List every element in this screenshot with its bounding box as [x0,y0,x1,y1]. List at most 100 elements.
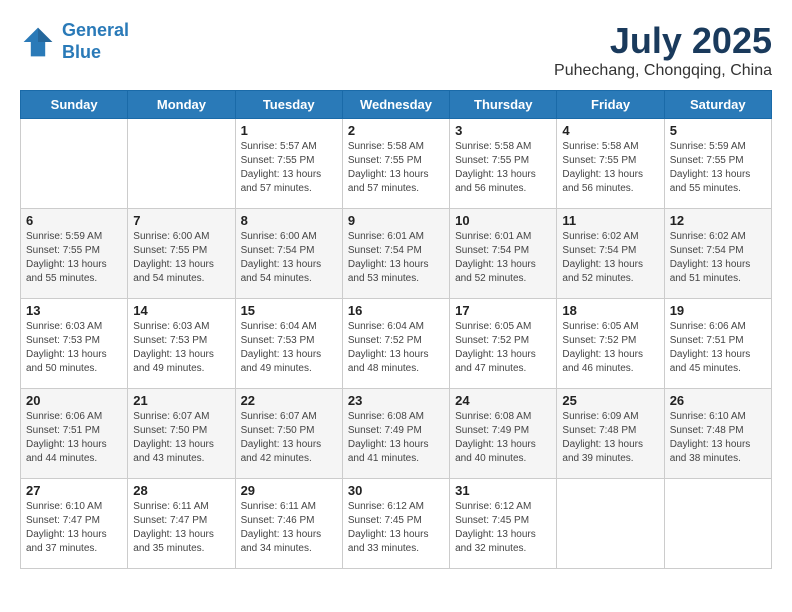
day-number: 15 [241,303,337,318]
calendar-day-cell: 20 Sunrise: 6:06 AMSunset: 7:51 PMDayligh… [21,389,128,479]
day-info: Sunrise: 6:04 AMSunset: 7:52 PMDaylight:… [348,320,444,376]
day-number: 17 [455,303,551,318]
day-number: 21 [133,393,229,408]
day-info: Sunrise: 6:01 AMSunset: 7:54 PMDaylight:… [348,230,444,286]
calendar-day-cell: 1 Sunrise: 5:57 AMSunset: 7:55 PMDaylight… [235,119,342,209]
calendar-day-cell: 8 Sunrise: 6:00 AMSunset: 7:54 PMDaylight… [235,209,342,299]
day-info: Sunrise: 6:05 AMSunset: 7:52 PMDaylight:… [562,320,658,376]
day-number: 10 [455,213,551,228]
calendar-day-cell: 19Sunrise: 6:06 AMSunset: 7:51 PMDayligh… [664,299,771,389]
calendar-week-row: 13Sunrise: 6:03 AMSunset: 7:53 PMDayligh… [21,299,772,389]
calendar-day-cell: 22Sunrise: 6:07 AMSunset: 7:50 PMDayligh… [235,389,342,479]
day-number: 4 [562,123,658,138]
calendar-day-cell: 4 Sunrise: 5:58 AMSunset: 7:55 PMDaylight… [557,119,664,209]
calendar-day-cell: 15 Sunrise: 6:04 AMSunset: 7:53 PMDayligh… [235,299,342,389]
day-number: 26 [670,393,766,408]
day-info: Sunrise: 6:05 AMSunset: 7:52 PMDaylight:… [455,320,551,376]
day-number: 23 [348,393,444,408]
calendar-day-cell: 29Sunrise: 6:11 AMSunset: 7:46 PMDayligh… [235,479,342,569]
calendar-day-cell [128,119,235,209]
calendar-day-cell: 11 Sunrise: 6:02 AMSunset: 7:54 PMDayligh… [557,209,664,299]
weekday-header-row: SundayMondayTuesdayWednesdayThursdayFrid… [21,91,772,119]
calendar-day-cell: 9Sunrise: 6:01 AMSunset: 7:54 PMDaylight… [342,209,449,299]
weekday-header-cell: Friday [557,91,664,119]
day-info: Sunrise: 6:03 AMSunset: 7:53 PMDaylight:… [133,320,229,376]
day-info: Sunrise: 6:08 AMSunset: 7:49 PMDaylight:… [348,410,444,466]
day-info: Sunrise: 6:00 AMSunset: 7:54 PMDaylight:… [241,230,337,286]
day-number: 20 [26,393,122,408]
calendar-week-row: 27Sunrise: 6:10 AMSunset: 7:47 PMDayligh… [21,479,772,569]
day-info: Sunrise: 6:06 AMSunset: 7:51 PMDaylight:… [670,320,766,376]
day-info: Sunrise: 6:02 AMSunset: 7:54 PMDaylight:… [562,230,658,286]
calendar-day-cell [21,119,128,209]
weekday-header-cell: Thursday [450,91,557,119]
day-number: 2 [348,123,444,138]
day-number: 12 [670,213,766,228]
day-info: Sunrise: 6:09 AMSunset: 7:48 PMDaylight:… [562,410,658,466]
weekday-header-cell: Sunday [21,91,128,119]
calendar-day-cell: 3 Sunrise: 5:58 AMSunset: 7:55 PMDaylight… [450,119,557,209]
day-info: Sunrise: 6:01 AMSunset: 7:54 PMDaylight:… [455,230,551,286]
day-info: Sunrise: 6:03 AMSunset: 7:53 PMDaylight:… [26,320,122,376]
day-info: Sunrise: 6:06 AMSunset: 7:51 PMDaylight:… [26,410,122,466]
calendar-day-cell: 12 Sunrise: 6:02 AMSunset: 7:54 PMDayligh… [664,209,771,299]
month-title: July 2025 [554,20,772,62]
calendar-day-cell: 30Sunrise: 6:12 AMSunset: 7:45 PMDayligh… [342,479,449,569]
day-info: Sunrise: 6:08 AMSunset: 7:49 PMDaylight:… [455,410,551,466]
calendar-day-cell [664,479,771,569]
title-block: July 2025 Puhechang, Chongqing, China [554,20,772,80]
calendar-day-cell [557,479,664,569]
day-info: Sunrise: 6:00 AMSunset: 7:55 PMDaylight:… [133,230,229,286]
day-number: 7 [133,213,229,228]
calendar-day-cell: 6Sunrise: 5:59 AMSunset: 7:55 PMDaylight… [21,209,128,299]
day-number: 25 [562,393,658,408]
day-info: Sunrise: 6:02 AMSunset: 7:54 PMDaylight:… [670,230,766,286]
day-number: 22 [241,393,337,408]
calendar-day-cell: 21 Sunrise: 6:07 AMSunset: 7:50 PMDayligh… [128,389,235,479]
calendar-week-row: 6Sunrise: 5:59 AMSunset: 7:55 PMDaylight… [21,209,772,299]
calendar-day-cell: 23 Sunrise: 6:08 AMSunset: 7:49 PMDayligh… [342,389,449,479]
day-number: 27 [26,483,122,498]
weekday-header-cell: Monday [128,91,235,119]
day-number: 1 [241,123,337,138]
day-info: Sunrise: 6:04 AMSunset: 7:53 PMDaylight:… [241,320,337,376]
day-number: 31 [455,483,551,498]
calendar-table: SundayMondayTuesdayWednesdayThursdayFrid… [20,90,772,569]
calendar-day-cell: 10 Sunrise: 6:01 AMSunset: 7:54 PMDayligh… [450,209,557,299]
calendar-day-cell: 26 Sunrise: 6:10 AMSunset: 7:48 PMDayligh… [664,389,771,479]
calendar-day-cell: 31Sunrise: 6:12 AMSunset: 7:45 PMDayligh… [450,479,557,569]
day-number: 18 [562,303,658,318]
day-info: Sunrise: 6:11 AMSunset: 7:46 PMDaylight:… [241,500,337,556]
logo-line1: General [62,20,129,40]
calendar-day-cell: 25 Sunrise: 6:09 AMSunset: 7:48 PMDayligh… [557,389,664,479]
day-info: Sunrise: 5:59 AMSunset: 7:55 PMDaylight:… [670,140,766,196]
day-number: 3 [455,123,551,138]
weekday-header-cell: Saturday [664,91,771,119]
calendar-week-row: 1 Sunrise: 5:57 AMSunset: 7:55 PMDaylight… [21,119,772,209]
day-number: 11 [562,213,658,228]
logo-text: General Blue [62,20,129,63]
calendar-week-row: 20 Sunrise: 6:06 AMSunset: 7:51 PMDayligh… [21,389,772,479]
calendar-day-cell: 14Sunrise: 6:03 AMSunset: 7:53 PMDayligh… [128,299,235,389]
weekday-header-cell: Wednesday [342,91,449,119]
day-info: Sunrise: 5:57 AMSunset: 7:55 PMDaylight:… [241,140,337,196]
page-header: General Blue July 2025 Puhechang, Chongq… [20,20,772,80]
logo-line2: Blue [62,42,101,62]
day-info: Sunrise: 6:10 AMSunset: 7:48 PMDaylight:… [670,410,766,466]
day-info: Sunrise: 6:12 AMSunset: 7:45 PMDaylight:… [348,500,444,556]
day-number: 24 [455,393,551,408]
calendar-day-cell: 28Sunrise: 6:11 AMSunset: 7:47 PMDayligh… [128,479,235,569]
day-info: Sunrise: 5:58 AMSunset: 7:55 PMDaylight:… [562,140,658,196]
calendar-day-cell: 27Sunrise: 6:10 AMSunset: 7:47 PMDayligh… [21,479,128,569]
calendar-body: 1 Sunrise: 5:57 AMSunset: 7:55 PMDaylight… [21,119,772,569]
day-info: Sunrise: 5:58 AMSunset: 7:55 PMDaylight:… [455,140,551,196]
calendar-day-cell: 24 Sunrise: 6:08 AMSunset: 7:49 PMDayligh… [450,389,557,479]
day-info: Sunrise: 5:58 AMSunset: 7:55 PMDaylight:… [348,140,444,196]
day-number: 28 [133,483,229,498]
day-number: 8 [241,213,337,228]
day-number: 6 [26,213,122,228]
logo-icon [20,24,56,60]
calendar-day-cell: 2 Sunrise: 5:58 AMSunset: 7:55 PMDaylight… [342,119,449,209]
location-title: Puhechang, Chongqing, China [554,62,772,80]
day-info: Sunrise: 6:07 AMSunset: 7:50 PMDaylight:… [133,410,229,466]
